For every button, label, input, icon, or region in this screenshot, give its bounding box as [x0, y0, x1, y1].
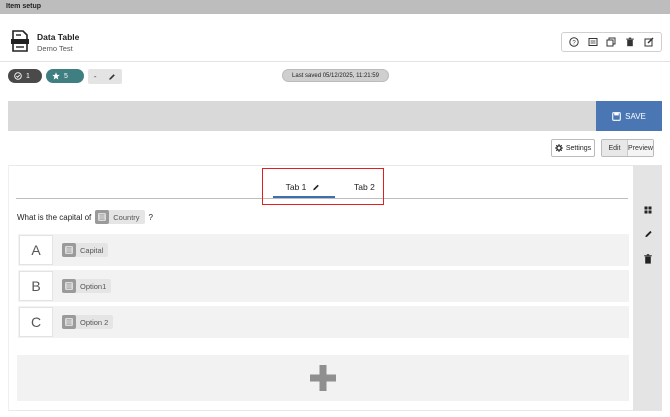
variable-chip-country[interactable]: Country: [95, 210, 145, 224]
mode-edit-button[interactable]: Edit: [602, 140, 628, 156]
answer-row-a[interactable]: A Capital: [18, 234, 629, 266]
pencil-icon[interactable]: [640, 226, 656, 242]
plus-icon: [310, 365, 336, 391]
settings-label: Settings: [565, 144, 592, 152]
grid-icon[interactable]: [640, 202, 656, 218]
tab-highlight-box: [262, 168, 384, 205]
question-text: What is the capital of Country ?: [17, 210, 153, 224]
save-bar: [8, 101, 662, 131]
answer-letter: A: [19, 235, 53, 265]
add-answer-button[interactable]: [17, 355, 629, 401]
table-icon: [62, 315, 76, 329]
variable-chip-label: Option1: [80, 281, 107, 291]
star-count-badge[interactable]: 5: [46, 69, 84, 83]
table-icon: [95, 210, 110, 224]
table-icon: [62, 243, 76, 257]
answer-row-b[interactable]: B Option1: [18, 270, 629, 302]
gear-icon: [555, 144, 563, 152]
copy-icon[interactable]: [604, 35, 618, 49]
item-title: Data Table: [37, 32, 80, 42]
document-icon: [11, 30, 29, 52]
variable-chip-label: Option 2: [80, 317, 109, 327]
star-count: 5: [64, 72, 68, 80]
save-button[interactable]: SAVE: [596, 101, 662, 131]
mode-toggle: Edit Preview: [601, 139, 654, 157]
save-label: SAVE: [625, 111, 646, 121]
status-edit-value: -: [93, 72, 97, 81]
check-circle-icon: [14, 72, 22, 80]
last-saved-indicator: Last saved 05/12/2025, 11:21:59: [282, 69, 389, 82]
save-icon: [612, 111, 621, 121]
variable-chip-option1[interactable]: Option1: [62, 279, 112, 293]
settings-button[interactable]: Settings: [551, 139, 595, 157]
status-edit-button[interactable]: -: [88, 69, 122, 84]
mode-preview-button[interactable]: Preview: [628, 140, 653, 156]
question-prefix: What is the capital of: [17, 212, 92, 222]
variable-chip-capital[interactable]: Capital: [62, 243, 109, 257]
answer-letter: B: [19, 271, 53, 301]
variable-chip-option2[interactable]: Option 2: [62, 315, 114, 329]
variable-chip-label: Capital: [80, 245, 104, 255]
preview-icon[interactable]: [586, 35, 600, 49]
edit-icon[interactable]: [642, 35, 656, 49]
window-title-bar: Item setup: [0, 0, 670, 14]
item-subtitle: Demo Test: [37, 44, 73, 53]
answer-row-c[interactable]: C Option 2: [18, 306, 629, 338]
help-icon[interactable]: ?: [567, 35, 581, 49]
header-toolbar: ?: [561, 32, 662, 52]
check-count-badge[interactable]: 1: [8, 69, 42, 83]
check-count: 1: [26, 72, 30, 80]
trash-icon[interactable]: [623, 35, 637, 49]
question-suffix: ?: [148, 212, 153, 222]
trash-icon[interactable]: [640, 251, 656, 267]
star-icon: [52, 72, 60, 80]
answer-letter: C: [19, 307, 53, 337]
table-icon: [62, 279, 76, 293]
pencil-icon: [109, 73, 115, 80]
variable-chip-label: Country: [113, 212, 140, 222]
window-title: Item setup: [6, 3, 42, 10]
